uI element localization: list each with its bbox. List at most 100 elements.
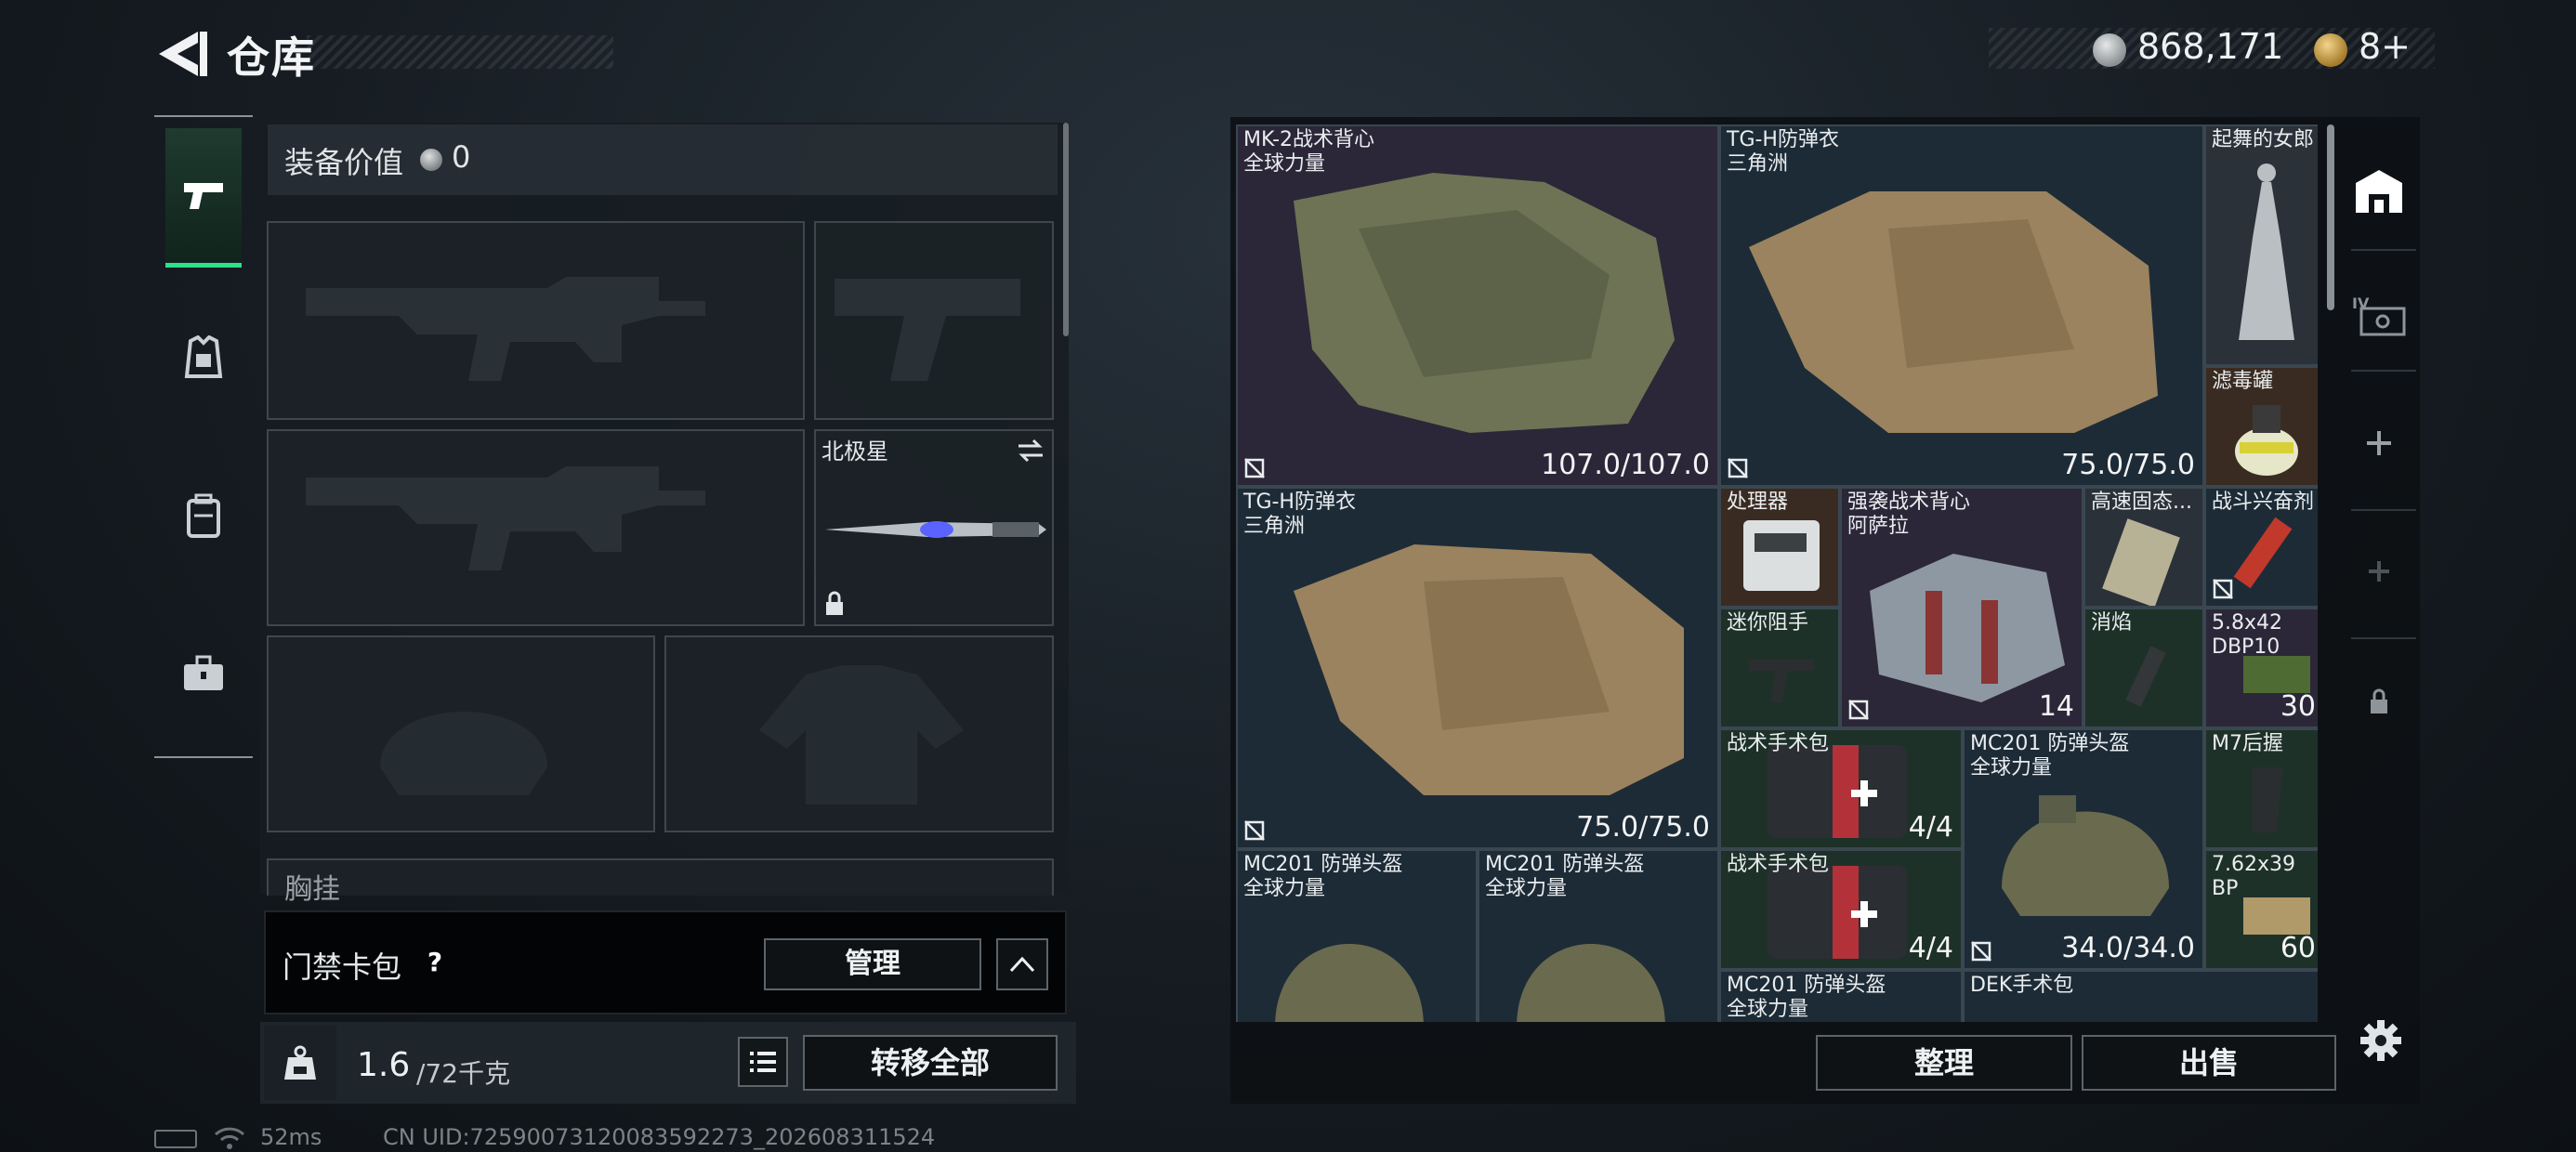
- list-view-button[interactable]: [738, 1037, 788, 1087]
- sell-button[interactable]: 出售: [2082, 1035, 2336, 1091]
- plus-icon: [2367, 431, 2391, 455]
- gear-icon: [2360, 1020, 2401, 1061]
- stash-item[interactable]: 战术手术包 4/4: [1719, 728, 1963, 849]
- primary-weapon-slot-2[interactable]: [267, 429, 805, 626]
- item-durability: 75.0/75.0: [2061, 449, 2195, 481]
- item-name: TG-H防弹衣: [1243, 491, 1356, 514]
- stash-item[interactable]: 7.62x39 BP 60: [2204, 849, 2318, 970]
- swap-icon[interactable]: [1017, 439, 1045, 463]
- no-trade-icon: [1244, 820, 1265, 841]
- stash-item[interactable]: 战术手术包 4/4: [1719, 849, 1963, 970]
- tab-backpack[interactable]: [165, 446, 242, 585]
- stash-item[interactable]: DEK手术包: [1963, 970, 2318, 1022]
- item-name: 迷你阻手: [1727, 611, 1809, 635]
- lock-icon: [826, 591, 843, 615]
- chevron-up-icon: [1009, 956, 1035, 973]
- user-id: CN UID:725900731200835922​73_20260831152…: [383, 1124, 936, 1150]
- wifi-icon: [214, 1127, 245, 1149]
- weight-current: 1.6: [357, 1046, 411, 1084]
- tab-armor[interactable]: [165, 288, 242, 427]
- manage-button[interactable]: 管理: [764, 938, 981, 990]
- ticket-amount[interactable]: 8+: [2359, 26, 2411, 67]
- item-durability: 34.0/34.0: [2061, 932, 2195, 964]
- stash-item[interactable]: MC201 防弹头盔 全球力量: [1236, 849, 1478, 1022]
- weight-icon-box: [264, 1026, 336, 1100]
- item-name: MC201 防弹头盔: [1485, 853, 1645, 876]
- item-name: 战术手术包: [1727, 853, 1830, 876]
- item-name: 强袭战术背心: [1847, 491, 1971, 514]
- stash-item[interactable]: 处理器: [1719, 487, 1840, 608]
- list-icon: [750, 1052, 776, 1072]
- stash-item[interactable]: MC201 防弹头盔 全球力量: [1478, 849, 1719, 1022]
- add-tab-button[interactable]: [2342, 530, 2416, 613]
- stash-item[interactable]: 强袭战术背心 阿萨拉 14: [1840, 487, 2083, 728]
- chest-rig-slot[interactable]: [267, 858, 1054, 896]
- item-count: 30: [2280, 690, 2316, 723]
- stash-item[interactable]: MK-2战术背心 全球力量 107.0/107.0: [1236, 124, 1719, 487]
- tab-container-iv[interactable]: IV: [2342, 273, 2416, 357]
- helmet-slot[interactable]: [267, 635, 655, 832]
- stash-item[interactable]: 5.8x42 DBP10 30: [2204, 608, 2318, 728]
- stash-item[interactable]: 滤毒罐: [2204, 366, 2318, 487]
- stash-item[interactable]: 起舞的女郎: [2204, 124, 2318, 366]
- coin-amount: 868,171: [2137, 26, 2284, 67]
- title-decoration: [307, 35, 613, 69]
- no-trade-icon: [2213, 579, 2233, 599]
- item-name: M7后握: [2212, 732, 2283, 755]
- item-name: 滤毒罐: [2212, 370, 2274, 393]
- item-durability: 107.0/107.0: [1541, 449, 1710, 481]
- page-title: 仓库: [227, 33, 316, 83]
- locked-tab[interactable]: [2342, 660, 2416, 743]
- stash-item[interactable]: 高速固态...: [2083, 487, 2204, 608]
- lock-icon: [2371, 688, 2387, 713]
- armor-image: [1749, 191, 2158, 433]
- item-name: 高速固态...: [2091, 491, 2192, 514]
- stash-item[interactable]: 迷你阻手: [1719, 608, 1840, 728]
- item-name: 战术手术包: [1727, 732, 1830, 755]
- item-source: 全球力量: [1970, 756, 2053, 779]
- pistol-slot[interactable]: [814, 221, 1054, 420]
- ticket-icon: [2314, 33, 2347, 67]
- item-source: 三角洲: [1243, 515, 1306, 538]
- collapse-button[interactable]: [996, 938, 1048, 990]
- stash-item[interactable]: 消焰: [2083, 608, 2204, 728]
- back-arrow-icon: [159, 32, 207, 76]
- sort-button[interactable]: 整理: [1816, 1035, 2072, 1091]
- settings-button[interactable]: [2353, 1013, 2409, 1068]
- item-name: DEK手术包: [1970, 974, 2074, 997]
- nav-divider: [154, 756, 253, 758]
- stash-item[interactable]: MC201 防弹头盔 全球力量 34.0/34.0: [1963, 728, 2204, 970]
- nav-divider: [2351, 509, 2416, 511]
- armor-image: [1294, 544, 1684, 795]
- item-name: MC201 防弹头盔: [1243, 853, 1403, 876]
- transfer-all-button[interactable]: 转移全部: [803, 1035, 1058, 1091]
- helmet-silhouette-icon: [380, 712, 547, 795]
- back-button[interactable]: [153, 26, 213, 82]
- vest-image: [1294, 173, 1675, 433]
- stash-item[interactable]: TG-H防弹衣 三角洲 75.0/75.0: [1236, 487, 1719, 849]
- tab-case[interactable]: [165, 604, 242, 743]
- primary-weapon-slot-1[interactable]: [267, 221, 805, 420]
- no-trade-icon: [1848, 700, 1869, 720]
- item-name: 7.62x39: [2212, 853, 2295, 876]
- equipment-scrollbar[interactable]: [1063, 123, 1069, 336]
- help-icon[interactable]: ?: [416, 944, 453, 981]
- stash-item[interactable]: TG-H防弹衣 三角洲 75.0/75.0: [1719, 124, 2204, 487]
- item-durability: 75.0/75.0: [1576, 811, 1710, 844]
- stash-item[interactable]: MC201 防弹头盔 全球力量: [1719, 970, 1963, 1022]
- armor-slot[interactable]: [664, 635, 1054, 832]
- stash-item[interactable]: M7后握: [2204, 728, 2318, 849]
- tab-weapons[interactable]: [165, 128, 242, 268]
- weight-icon: [284, 1045, 316, 1080]
- stash-item[interactable]: 战斗兴奋剂: [2204, 487, 2318, 608]
- add-tab-button[interactable]: [2342, 401, 2416, 485]
- melee-name: 北极星: [821, 439, 888, 465]
- tab-stash[interactable]: [2342, 149, 2416, 232]
- item-source: BP: [2212, 877, 2239, 900]
- pistol-silhouette-icon: [835, 279, 1020, 381]
- equipment-value: 0: [452, 139, 471, 175]
- stash-scrollbar[interactable]: [2327, 124, 2334, 310]
- item-source: 全球力量: [1243, 877, 1326, 900]
- plus-icon: [2369, 561, 2389, 582]
- item-name: 5.8x42: [2212, 611, 2283, 635]
